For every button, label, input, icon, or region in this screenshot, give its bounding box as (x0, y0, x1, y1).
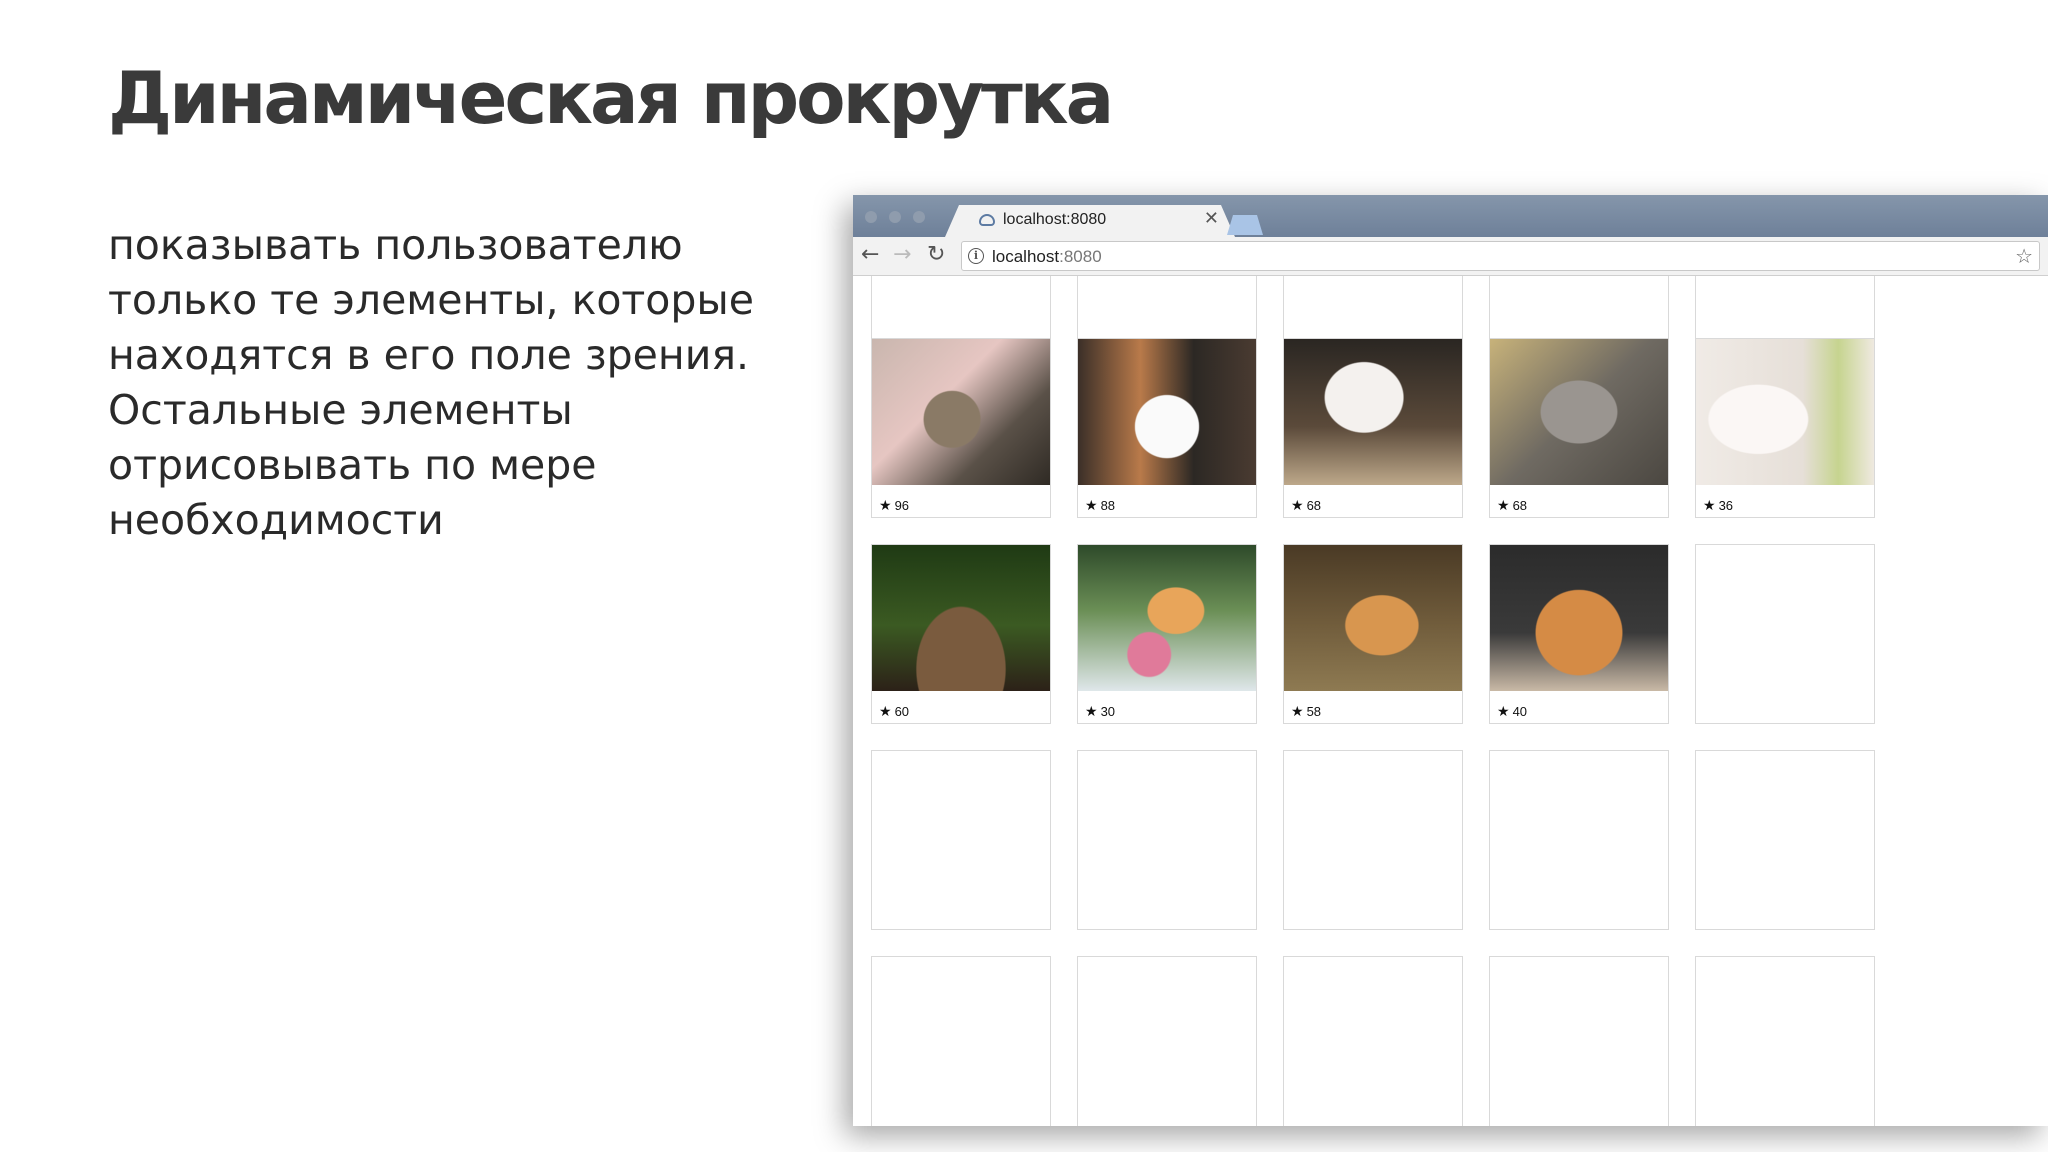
rating-value: 30 (1100, 704, 1116, 719)
address-url: localhost:8080 (992, 247, 1102, 267)
tab-title: localhost:8080 (1003, 211, 1107, 228)
card-rating: ★ 88 (1085, 497, 1115, 514)
card-rating: ★ 40 (1497, 703, 1527, 720)
rating-star-icon: ★ (1291, 703, 1304, 719)
card-rating: ★ 58 (1291, 703, 1321, 720)
browser-tab[interactable]: localhost:8080 ✕ (945, 205, 1235, 237)
rating-star-icon: ★ (879, 703, 892, 719)
cat-photo (872, 545, 1050, 691)
gallery-card-placeholder[interactable] (1489, 956, 1669, 1126)
card-rating: ★ 30 (1085, 703, 1115, 720)
rating-star-icon: ★ (1497, 497, 1510, 513)
rating-star-icon: ★ (1291, 497, 1304, 513)
gallery-card[interactable]: ★ 58 (1283, 544, 1463, 724)
cat-photo (1284, 545, 1462, 691)
close-icon[interactable]: ✕ (1204, 208, 1219, 229)
gallery-card[interactable]: ★ 88 (1077, 338, 1257, 518)
gallery-card-placeholder[interactable] (1695, 956, 1875, 1126)
rating-value: 36 (1718, 498, 1734, 513)
gallery-viewport[interactable]: ★65★73★26★39★57★96★88★68★68★36★60★30★58★… (853, 276, 2048, 1126)
rating-value: 88 (1100, 498, 1116, 513)
browser-titlebar: localhost:8080 ✕ (853, 195, 2048, 237)
gallery-card-placeholder[interactable] (871, 956, 1051, 1126)
arrow-right-icon[interactable]: → (893, 243, 911, 267)
gallery-card-placeholder[interactable] (1489, 750, 1669, 930)
star-icon[interactable]: ☆ (2015, 244, 2033, 268)
card-rating: ★ 60 (879, 703, 909, 720)
cat-photo (1490, 339, 1668, 485)
card-rating: ★ 68 (1291, 497, 1321, 514)
window-minimize-dot[interactable] (889, 211, 901, 223)
gallery-card-placeholder[interactable] (1695, 544, 1875, 724)
rating-value: 68 (1306, 498, 1322, 513)
slide-body-text: показывать пользователю только те элемен… (108, 221, 755, 544)
cat-photo (1284, 339, 1462, 485)
rating-star-icon: ★ (1085, 703, 1098, 719)
window-zoom-dot[interactable] (913, 211, 925, 223)
gallery-card-placeholder[interactable] (1077, 956, 1257, 1126)
gallery-card-placeholder[interactable] (1283, 956, 1463, 1126)
address-host: localhost (992, 247, 1060, 266)
rating-star-icon: ★ (1085, 497, 1098, 513)
rating-value: 58 (1306, 704, 1322, 719)
gallery-card-placeholder[interactable] (871, 750, 1051, 930)
rating-star-icon: ★ (1703, 497, 1716, 513)
gallery-card[interactable]: ★ 40 (1489, 544, 1669, 724)
arrow-left-icon[interactable]: ← (861, 243, 879, 267)
cat-photo (1490, 545, 1668, 691)
gallery-card[interactable]: ★ 60 (871, 544, 1051, 724)
cat-photo (1078, 339, 1256, 485)
gallery-card[interactable]: ★ 30 (1077, 544, 1257, 724)
browser-toolbar: ← → ↻ i localhost:8080 ☆ (853, 237, 2048, 276)
rating-value: 40 (1512, 704, 1528, 719)
card-rating: ★ 96 (879, 497, 909, 514)
cloud-icon (979, 214, 995, 226)
gallery-card-placeholder[interactable] (1695, 750, 1875, 930)
rating-star-icon: ★ (1497, 703, 1510, 719)
info-icon[interactable]: i (968, 248, 984, 264)
gallery-card[interactable]: ★ 96 (871, 338, 1051, 518)
cat-photo (1696, 339, 1874, 485)
window-close-dot[interactable] (865, 211, 877, 223)
cat-photo (1078, 545, 1256, 691)
gallery-card[interactable]: ★ 68 (1489, 338, 1669, 518)
reload-icon[interactable]: ↻ (927, 243, 945, 267)
gallery-card-placeholder[interactable] (1283, 750, 1463, 930)
cat-photo (872, 339, 1050, 485)
rating-star-icon: ★ (879, 497, 892, 513)
gallery-card[interactable]: ★ 36 (1695, 338, 1875, 518)
browser-window: localhost:8080 ✕ ← → ↻ i localhost:8080 … (853, 195, 2048, 1126)
gallery-card-placeholder[interactable] (1077, 750, 1257, 930)
slide-title: Динамическая прокрутка (108, 56, 1114, 140)
gallery-card[interactable]: ★ 68 (1283, 338, 1463, 518)
rating-value: 68 (1512, 498, 1528, 513)
address-bar[interactable]: i localhost:8080 ☆ (961, 241, 2040, 271)
rating-value: 60 (894, 704, 910, 719)
card-rating: ★ 68 (1497, 497, 1527, 514)
address-port: :8080 (1059, 247, 1102, 266)
rating-value: 96 (894, 498, 910, 513)
new-tab-button[interactable] (1227, 215, 1263, 235)
card-rating: ★ 36 (1703, 497, 1733, 514)
